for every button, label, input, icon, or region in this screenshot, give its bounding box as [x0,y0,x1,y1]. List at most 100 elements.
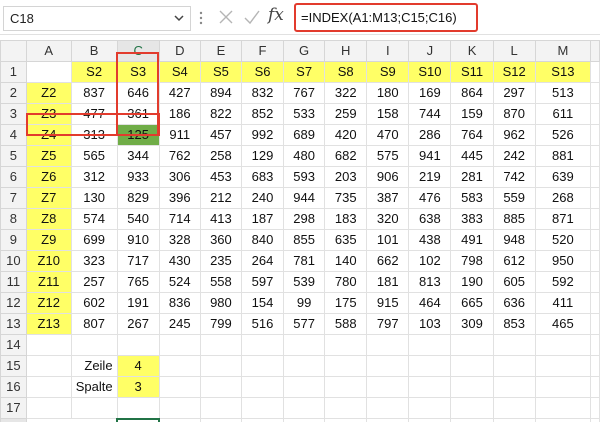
data-cell[interactable]: 944 [283,187,326,209]
column-header-a[interactable]: A [25,40,72,62]
data-cell[interactable]: 588 [324,313,368,335]
cell[interactable] [408,355,452,377]
cell[interactable] [492,355,536,377]
data-cell[interactable]: 102 [408,250,452,272]
data-cell[interactable]: 268 [534,187,592,209]
cell[interactable] [366,355,410,377]
data-cell[interactable]: 309 [450,313,494,335]
cell[interactable] [450,376,494,398]
data-cell[interactable]: 264 [240,250,285,272]
data-cell[interactable]: 852 [240,103,285,125]
chevron-down-icon[interactable] [172,10,186,26]
data-cell[interactable]: 175 [324,292,368,314]
column-header-h[interactable]: H [324,40,368,62]
cell[interactable] [408,334,452,356]
data-cell[interactable]: 344 [116,145,160,167]
data-cell[interactable]: 593 [283,166,326,188]
data-cell[interactable]: 140 [324,250,368,272]
data-cell[interactable]: 540 [116,208,160,230]
data-cell[interactable]: 298 [283,208,326,230]
data-cell[interactable]: 662 [366,250,410,272]
row-label-cell[interactable]: Z2 [25,82,72,104]
data-cell[interactable]: 592 [534,271,592,293]
data-cell[interactable]: 941 [408,145,452,167]
data-cell[interactable]: 915 [366,292,410,314]
data-cell[interactable]: 445 [450,145,494,167]
data-cell[interactable]: 413 [199,208,242,230]
row-label-cell[interactable]: Z4 [25,124,72,146]
header-cell[interactable] [25,61,72,83]
cell[interactable] [450,418,494,422]
data-cell[interactable]: 689 [283,124,326,146]
row-header-17[interactable]: 17 [0,397,27,419]
cell[interactable] [324,334,368,356]
row-header-5[interactable]: 5 [0,145,27,167]
cell[interactable] [534,397,592,419]
row-header-3[interactable]: 3 [0,103,27,125]
data-cell[interactable]: 611 [534,103,592,125]
data-cell[interactable]: 297 [492,82,536,104]
formula-input[interactable]: =INDEX(A1:M13;C15;C16) [294,3,478,32]
data-cell[interactable]: 313 [70,124,118,146]
data-cell[interactable]: 635 [324,229,368,251]
data-cell[interactable]: 870 [492,103,536,125]
data-cell[interactable]: 235 [199,250,242,272]
data-cell[interactable]: 457 [199,124,242,146]
column-header-k[interactable]: K [450,40,494,62]
data-cell[interactable]: 180 [366,82,410,104]
cell[interactable] [158,334,201,356]
column-header-c[interactable]: C [116,40,160,62]
column-header-m[interactable]: M [534,40,592,62]
data-cell[interactable]: 682 [324,145,368,167]
data-cell[interactable]: 190 [450,271,494,293]
cell[interactable] [199,397,242,419]
data-cell[interactable]: 257 [70,271,118,293]
cell[interactable] [25,355,72,377]
data-cell[interactable]: 762 [158,145,201,167]
data-cell[interactable]: 361 [116,103,160,125]
data-cell[interactable]: 683 [240,166,285,188]
cell[interactable] [590,166,600,188]
data-cell[interactable]: 980 [199,292,242,314]
column-header-f[interactable]: F [240,40,285,62]
column-header-b[interactable]: B [70,40,118,62]
cell[interactable] [324,397,368,419]
data-cell[interactable]: 245 [158,313,201,335]
data-cell[interactable]: 286 [408,124,452,146]
cell[interactable] [590,250,600,272]
data-cell[interactable]: 360 [199,229,242,251]
data-cell[interactable]: 950 [534,250,592,272]
header-cell[interactable]: S11 [450,61,494,83]
row-header-13[interactable]: 13 [0,313,27,335]
row-header-1[interactable]: 1 [0,61,27,83]
match-cell[interactable]: 125 [116,124,160,146]
header-cell[interactable]: S6 [240,61,285,83]
data-cell[interactable]: 526 [534,124,592,146]
data-cell[interactable]: 411 [534,292,592,314]
data-cell[interactable]: 612 [492,250,536,272]
data-cell[interactable]: 829 [116,187,160,209]
spalte-label[interactable]: Spalte [70,376,118,398]
cell[interactable] [199,376,242,398]
cell[interactable] [240,334,285,356]
cell[interactable] [534,355,592,377]
cell[interactable] [283,355,326,377]
data-cell[interactable]: 383 [450,208,494,230]
data-cell[interactable]: 837 [70,82,118,104]
row-header-6[interactable]: 6 [0,166,27,188]
cell[interactable] [492,376,536,398]
cell[interactable] [116,334,160,356]
cell[interactable] [590,397,600,419]
data-cell[interactable]: 242 [492,145,536,167]
cancel-icon[interactable] [218,9,234,25]
data-cell[interactable]: 186 [158,103,201,125]
row-header-4[interactable]: 4 [0,124,27,146]
data-cell[interactable]: 438 [408,229,452,251]
cell[interactable] [324,355,368,377]
row-header-12[interactable]: 12 [0,292,27,314]
data-cell[interactable]: 396 [158,187,201,209]
cell[interactable] [199,355,242,377]
data-cell[interactable]: 781 [283,250,326,272]
data-cell[interactable]: 699 [70,229,118,251]
data-cell[interactable]: 328 [158,229,201,251]
